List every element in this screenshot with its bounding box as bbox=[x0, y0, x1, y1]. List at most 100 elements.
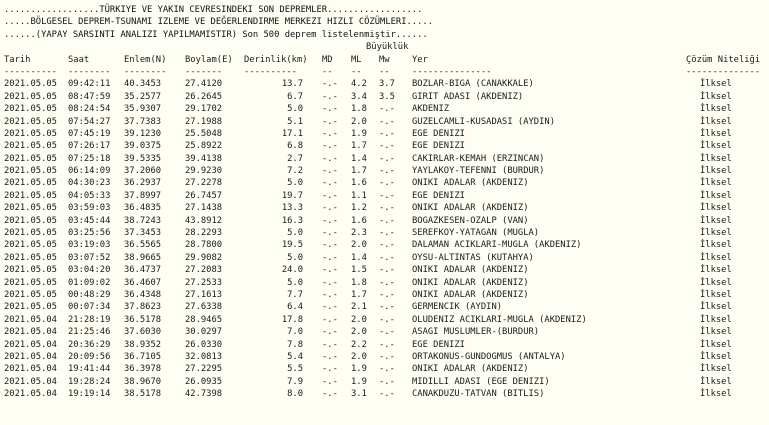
cell-cozum: İlksel bbox=[700, 91, 732, 102]
cell-yer: ONIKI ADALAR (AKDENIZ) bbox=[412, 203, 529, 214]
cell-saat: 03:19:03 bbox=[68, 240, 111, 251]
cell-enlem: 38.9352 bbox=[124, 339, 162, 350]
cell-boylam: 29.1702 bbox=[185, 104, 223, 115]
cell-enlem: 40.3453 bbox=[124, 79, 162, 90]
cell-derinlik: 13.7 bbox=[281, 79, 303, 90]
earthquake-listing: ..................TÜRKIYE VE YAKIN CEVRE… bbox=[4, 4, 769, 401]
cell-md: -.- bbox=[322, 277, 338, 288]
cell-yer: BOZLAR-BIGA (CANAKKALE) bbox=[412, 79, 534, 90]
cell-enlem: 39.5335 bbox=[124, 153, 162, 164]
cell-md: -.- bbox=[322, 178, 338, 189]
cell-md: -.- bbox=[322, 240, 338, 251]
cell-cozum: İlksel bbox=[700, 252, 732, 263]
cell-derinlik: 16.3 bbox=[281, 215, 303, 226]
cell-md: -.- bbox=[322, 91, 338, 102]
cell-cozum: İlksel bbox=[700, 277, 732, 288]
cell-ml: 2.0 bbox=[351, 314, 367, 325]
cell-boylam: 27.2278 bbox=[185, 178, 223, 189]
cell-yer: YAYLAKOY-TEFENNI (BURDUR) bbox=[412, 166, 545, 177]
cell-ml: 1.1 bbox=[351, 190, 367, 201]
cell-md: -.- bbox=[322, 190, 338, 201]
cell-enlem: 36.7105 bbox=[124, 351, 162, 362]
cell-cozum: İlksel bbox=[700, 351, 732, 362]
cell-md: -.- bbox=[322, 116, 338, 127]
cell-ml: 3.4 bbox=[351, 91, 367, 102]
table-row: 2021.05.04 19:19:14 38.5178 42.7398 8.0 -.- 3.… bbox=[4, 388, 769, 400]
cell-tarih: 2021.05.05 bbox=[4, 190, 57, 201]
cell-tarih: 2021.05.04 bbox=[4, 364, 57, 375]
cell-saat: 01:09:02 bbox=[68, 277, 111, 288]
cell-md: -.- bbox=[322, 339, 338, 350]
cell-derinlik: 17.8 bbox=[281, 314, 303, 325]
cell-cozum: İlksel bbox=[700, 339, 732, 350]
cell-mw: -.- bbox=[379, 252, 395, 263]
cell-boylam: 42.7398 bbox=[185, 389, 223, 400]
cell-mw: -.- bbox=[379, 104, 395, 115]
cell-derinlik: 7.2 bbox=[287, 166, 303, 177]
cell-tarih: 2021.05.05 bbox=[4, 215, 57, 226]
table-row: 2021.05.04 21:25:46 37.6030 30.0297 7.0 -.- 2.… bbox=[4, 326, 769, 338]
cell-derinlik: 19.5 bbox=[281, 240, 303, 251]
sep-saat: -------- bbox=[68, 66, 111, 77]
cell-boylam: 27.4120 bbox=[185, 79, 223, 90]
cell-mw: 3.7 bbox=[379, 79, 395, 90]
cell-cozum: İlksel bbox=[700, 289, 732, 300]
cell-saat: 19:41:44 bbox=[68, 364, 111, 375]
cell-tarih: 2021.05.05 bbox=[4, 240, 57, 251]
cell-derinlik: 19.7 bbox=[281, 190, 303, 201]
col-md: MD bbox=[322, 54, 333, 65]
cell-yer: EGE DENIZI bbox=[412, 128, 465, 139]
cell-saat: 07:45:19 bbox=[68, 128, 111, 139]
cell-enlem: 37.8623 bbox=[124, 302, 162, 313]
table-row: 2021.05.05 07:25:18 39.5335 39.4138 2.7 -.- 1.… bbox=[4, 153, 769, 165]
table-row: 2021.05.04 21:28:19 36.5178 28.9465 17.8 -.- 2… bbox=[4, 314, 769, 326]
cell-md: -.- bbox=[322, 79, 338, 90]
cell-boylam: 27.1613 bbox=[185, 289, 223, 300]
cell-tarih: 2021.05.04 bbox=[4, 351, 57, 362]
cell-mw: -.- bbox=[379, 215, 395, 226]
cell-derinlik: 5.0 bbox=[287, 178, 303, 189]
cell-md: -.- bbox=[322, 203, 338, 214]
cell-derinlik: 5.0 bbox=[287, 228, 303, 239]
cell-mw: -.- bbox=[379, 327, 395, 338]
cell-ml: 1.4 bbox=[351, 252, 367, 263]
cell-tarih: 2021.05.05 bbox=[4, 166, 57, 177]
cell-boylam: 27.2083 bbox=[185, 265, 223, 276]
cell-boylam: 26.7457 bbox=[185, 190, 223, 201]
cell-cozum: İlksel bbox=[700, 376, 732, 387]
sep-boylam: ------- bbox=[185, 66, 223, 77]
table-row: 2021.05.05 04:30:23 36.2937 27.2278 5.0 -.- 1.… bbox=[4, 177, 769, 189]
table-row: 2021.05.04 20:09:56 36.7105 32.0813 5.4 -.- 2.… bbox=[4, 351, 769, 363]
col-yer: Yer bbox=[412, 54, 428, 65]
cell-md: -.- bbox=[322, 364, 338, 375]
cell-boylam: 39.4138 bbox=[185, 153, 223, 164]
cell-cozum: İlksel bbox=[700, 166, 732, 177]
cell-tarih: 2021.05.04 bbox=[4, 339, 57, 350]
cell-ml: 1.6 bbox=[351, 215, 367, 226]
cell-yer: OYSU-ALTINTAS (KUTAHYA) bbox=[412, 252, 534, 263]
cell-cozum: İlksel bbox=[700, 141, 732, 152]
cell-mw: -.- bbox=[379, 289, 395, 300]
cell-saat: 03:07:52 bbox=[68, 252, 111, 263]
cell-yer: CANAKDUZU-TATVAN (BITLIS) bbox=[412, 389, 545, 400]
cell-mw: -.- bbox=[379, 240, 395, 251]
cell-ml: 2.0 bbox=[351, 351, 367, 362]
cell-tarih: 2021.05.05 bbox=[4, 302, 57, 313]
col-saat: Saat bbox=[68, 54, 90, 65]
table-row: 2021.05.05 08:24:54 35.9307 29.1702 5.0 -.- 1.… bbox=[4, 103, 769, 115]
cell-mw: -.- bbox=[379, 277, 395, 288]
cell-tarih: 2021.05.05 bbox=[4, 104, 57, 115]
cell-saat: 03:04:20 bbox=[68, 265, 111, 276]
cell-boylam: 28.7800 bbox=[185, 240, 223, 251]
cell-enlem: 38.5178 bbox=[124, 389, 162, 400]
table-row: 2021.05.05 07:54:27 37.7383 27.1988 5.1 -.- 2.… bbox=[4, 116, 769, 128]
cell-ml: 1.7 bbox=[351, 166, 367, 177]
cell-derinlik: 7.7 bbox=[287, 289, 303, 300]
cell-cozum: İlksel bbox=[700, 79, 732, 90]
cell-saat: 19:28:24 bbox=[68, 376, 111, 387]
cell-saat: 00:07:34 bbox=[68, 302, 111, 313]
sep-yer: --------------- bbox=[412, 66, 492, 77]
col-derinlik: Derinlik(km) bbox=[244, 54, 308, 65]
cell-boylam: 29.9230 bbox=[185, 166, 223, 177]
table-row: 2021.05.05 06:14:09 37.2060 29.9230 7.2 -.- 1.… bbox=[4, 165, 769, 177]
